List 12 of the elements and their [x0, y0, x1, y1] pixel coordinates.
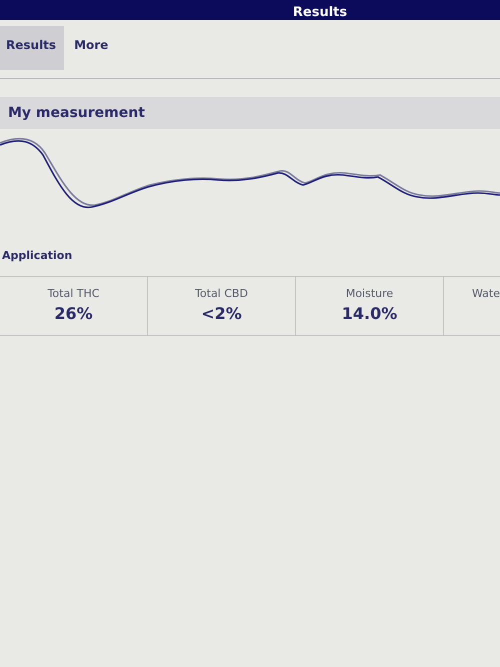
result-value: 14.0%	[342, 304, 398, 323]
tab[interactable]: Results	[0, 26, 64, 70]
section-header: My measurement	[0, 97, 500, 129]
result-label: Moisture	[346, 287, 394, 300]
result-value: 26%	[54, 304, 93, 323]
section-label: Application	[1, 248, 74, 264]
result-label: Total THC	[48, 287, 100, 300]
header-title: Results	[292, 6, 348, 20]
result-label: Total CBD	[195, 287, 248, 300]
result-label: Wate	[472, 287, 500, 300]
result-value: <2%	[201, 304, 242, 323]
tab[interactable]: More	[68, 26, 116, 70]
